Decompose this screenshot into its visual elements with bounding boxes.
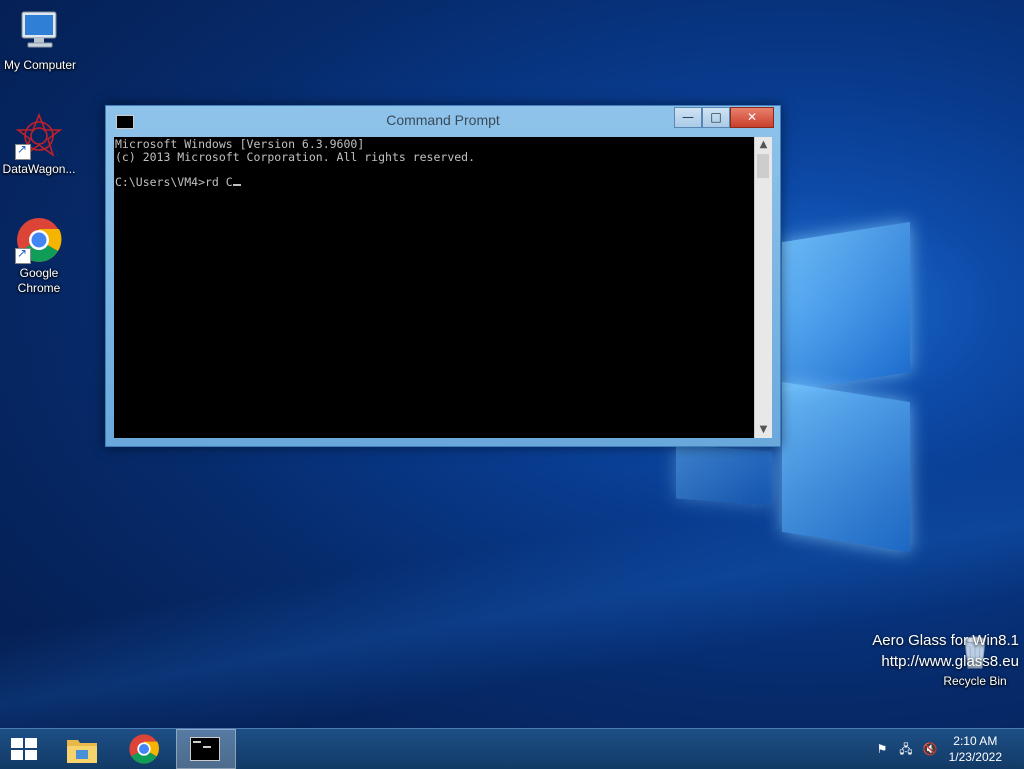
scroll-down-arrow-icon[interactable]: ▼	[755, 422, 772, 438]
file-explorer-icon	[67, 740, 97, 763]
shortcut-arrow-icon	[15, 246, 31, 264]
desktop-icon-label: DataWagon...	[2, 162, 76, 176]
taskbar-command-prompt[interactable]	[176, 729, 236, 769]
vertical-scrollbar[interactable]: ▲ ▼	[754, 137, 772, 438]
scroll-up-arrow-icon[interactable]: ▲	[755, 137, 772, 153]
scrollbar-thumb[interactable]	[757, 154, 769, 178]
taskbar-file-explorer[interactable]	[58, 729, 106, 769]
text-cursor	[232, 183, 241, 186]
wallpaper-logo-pane	[782, 221, 910, 393]
network-icon[interactable]: 🖧	[898, 741, 914, 757]
shortcut-arrow-icon	[15, 142, 31, 160]
console-prompt-line[interactable]: C:\Users\VM4>rd C	[115, 175, 233, 189]
aero-glass-watermark: Aero Glass for Win8.1 http://www.glass8.…	[872, 630, 1019, 672]
start-icon	[11, 738, 37, 760]
computer-icon	[16, 8, 64, 56]
action-center-flag-icon[interactable]: ⚑	[874, 741, 890, 757]
desktop-icon-label: Recycle Bin	[943, 674, 1007, 688]
chrome-icon	[15, 216, 63, 264]
window-titlebar[interactable]: Command Prompt — □ ✕	[106, 106, 780, 136]
wallpaper-logo-pane	[782, 381, 910, 553]
start-button[interactable]	[0, 729, 48, 769]
system-clock[interactable]: 2:10 AM 1/23/2022	[949, 733, 1002, 765]
desktop-icon-google-chrome[interactable]: Google Chrome	[0, 216, 79, 296]
command-prompt-window[interactable]: Command Prompt — □ ✕ Microsoft Windows […	[105, 105, 781, 447]
desktop-icon-datawagon[interactable]: DataWagon...	[0, 112, 79, 177]
volume-muted-icon[interactable]: 🔇	[922, 741, 938, 757]
clock-date: 1/23/2022	[948, 750, 1002, 764]
watermark-line: Aero Glass for Win8.1	[872, 632, 1019, 649]
command-prompt-icon	[190, 737, 220, 761]
clock-time: 2:10 AM	[953, 734, 998, 748]
desktop-icon-label: Google Chrome	[17, 266, 61, 295]
datawagon-icon	[15, 112, 63, 160]
wallpaper-logo-pane	[676, 444, 772, 506]
taskbar: ⚑ 🖧 🔇 2:10 AM 1/23/2022	[0, 728, 1024, 769]
taskbar-google-chrome[interactable]	[120, 729, 168, 769]
console-output[interactable]: Microsoft Windows [Version 6.3.9600] (c)…	[114, 137, 754, 438]
desktop-icon-label: My Computer	[3, 58, 77, 72]
chrome-icon	[129, 734, 159, 764]
minimize-button[interactable]: —	[674, 107, 702, 128]
desktop-icon-my-computer[interactable]: My Computer	[0, 8, 80, 73]
close-button[interactable]: ✕	[730, 107, 774, 128]
console-line: (c) 2013 Microsoft Corporation. All righ…	[115, 149, 476, 164]
watermark-line: http://www.glass8.eu	[881, 653, 1019, 670]
maximize-button[interactable]: □	[702, 107, 730, 128]
